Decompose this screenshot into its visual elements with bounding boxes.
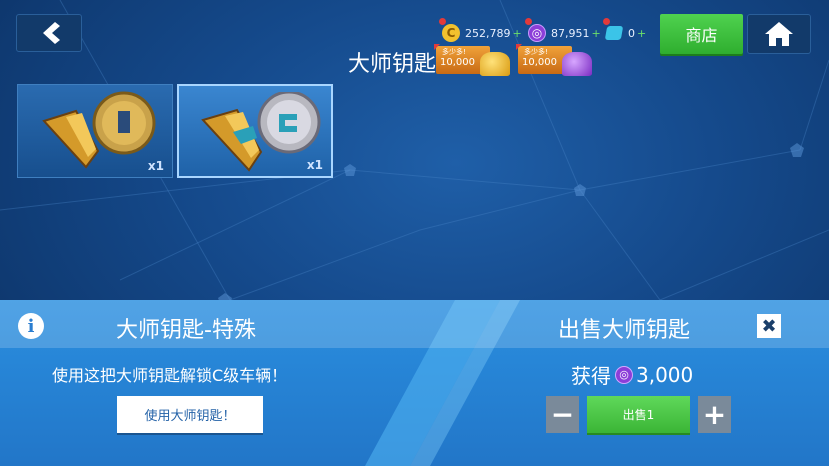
coin-balance[interactable]: C 252,789 + bbox=[439, 18, 522, 44]
item-name: 大师钥匙-特殊 bbox=[116, 318, 256, 343]
notification-dot bbox=[603, 18, 610, 25]
item-quantity: x1 bbox=[306, 158, 323, 172]
purple-coin-icon: ◎ bbox=[528, 24, 546, 42]
coin-value: 252,789 bbox=[465, 26, 511, 40]
page-title: 大师钥匙 bbox=[348, 52, 437, 77]
notification-dot bbox=[525, 18, 532, 25]
purple-promo[interactable]: 多少多! 10,000 bbox=[516, 44, 594, 76]
earn-row: 获得 ◎ 3,000 bbox=[571, 360, 693, 389]
decrease-button[interactable]: − bbox=[546, 396, 579, 433]
chevron-left-icon bbox=[43, 22, 60, 44]
promo-tag: 多少多! bbox=[442, 48, 466, 56]
use-key-button[interactable]: 使用大师钥匙！ bbox=[117, 396, 263, 433]
sell-title: 出售大师钥匙 bbox=[558, 318, 691, 343]
gem-icon bbox=[604, 26, 624, 40]
sell-button[interactable]: 出售1 bbox=[587, 396, 690, 433]
purple-coin-icon: ◎ bbox=[615, 365, 633, 384]
item-quantity: x1 bbox=[147, 159, 164, 173]
promo-tag: 多少多! bbox=[524, 48, 548, 56]
gem-value: 0 bbox=[628, 26, 635, 40]
info-icon[interactable]: i bbox=[18, 313, 44, 339]
shop-button[interactable]: 商店 bbox=[660, 14, 743, 54]
home-button[interactable] bbox=[747, 14, 811, 54]
purple-plus[interactable]: + bbox=[592, 27, 601, 40]
coin-icon: C bbox=[442, 24, 460, 42]
purple-value: 87,951 bbox=[551, 26, 590, 40]
promo-amount: 10,000 bbox=[440, 57, 475, 68]
gem-balance[interactable]: 0 + bbox=[603, 18, 646, 44]
promo-amount: 10,000 bbox=[522, 57, 557, 68]
earn-amount: 3,000 bbox=[636, 362, 694, 387]
item-card-master-key[interactable]: x1 bbox=[17, 84, 173, 178]
earn-label: 获得 bbox=[571, 364, 611, 388]
back-button[interactable] bbox=[16, 14, 82, 52]
flag-icon bbox=[516, 44, 522, 50]
purple-pile-icon bbox=[562, 52, 592, 76]
item-description: 使用这把大师钥匙解锁C级车辆！ bbox=[52, 366, 288, 385]
coin-pile-icon bbox=[480, 52, 510, 76]
coin-promo[interactable]: 多少多! 10,000 bbox=[434, 44, 512, 76]
home-icon bbox=[765, 22, 793, 46]
notification-dot bbox=[439, 18, 446, 25]
purple-balance[interactable]: ◎ 87,951 + bbox=[525, 18, 601, 44]
gem-plus[interactable]: + bbox=[637, 27, 646, 40]
master-key-gold-icon bbox=[42, 91, 156, 169]
close-icon[interactable]: ✖ bbox=[757, 314, 781, 338]
increase-button[interactable]: + bbox=[698, 396, 731, 433]
coin-plus[interactable]: + bbox=[513, 27, 522, 40]
item-card-master-key-special[interactable]: x1 bbox=[177, 84, 333, 178]
detail-panel: i 大师钥匙-特殊 使用这把大师钥匙解锁C级车辆！ 使用大师钥匙！ 出售大师钥匙… bbox=[0, 300, 829, 466]
